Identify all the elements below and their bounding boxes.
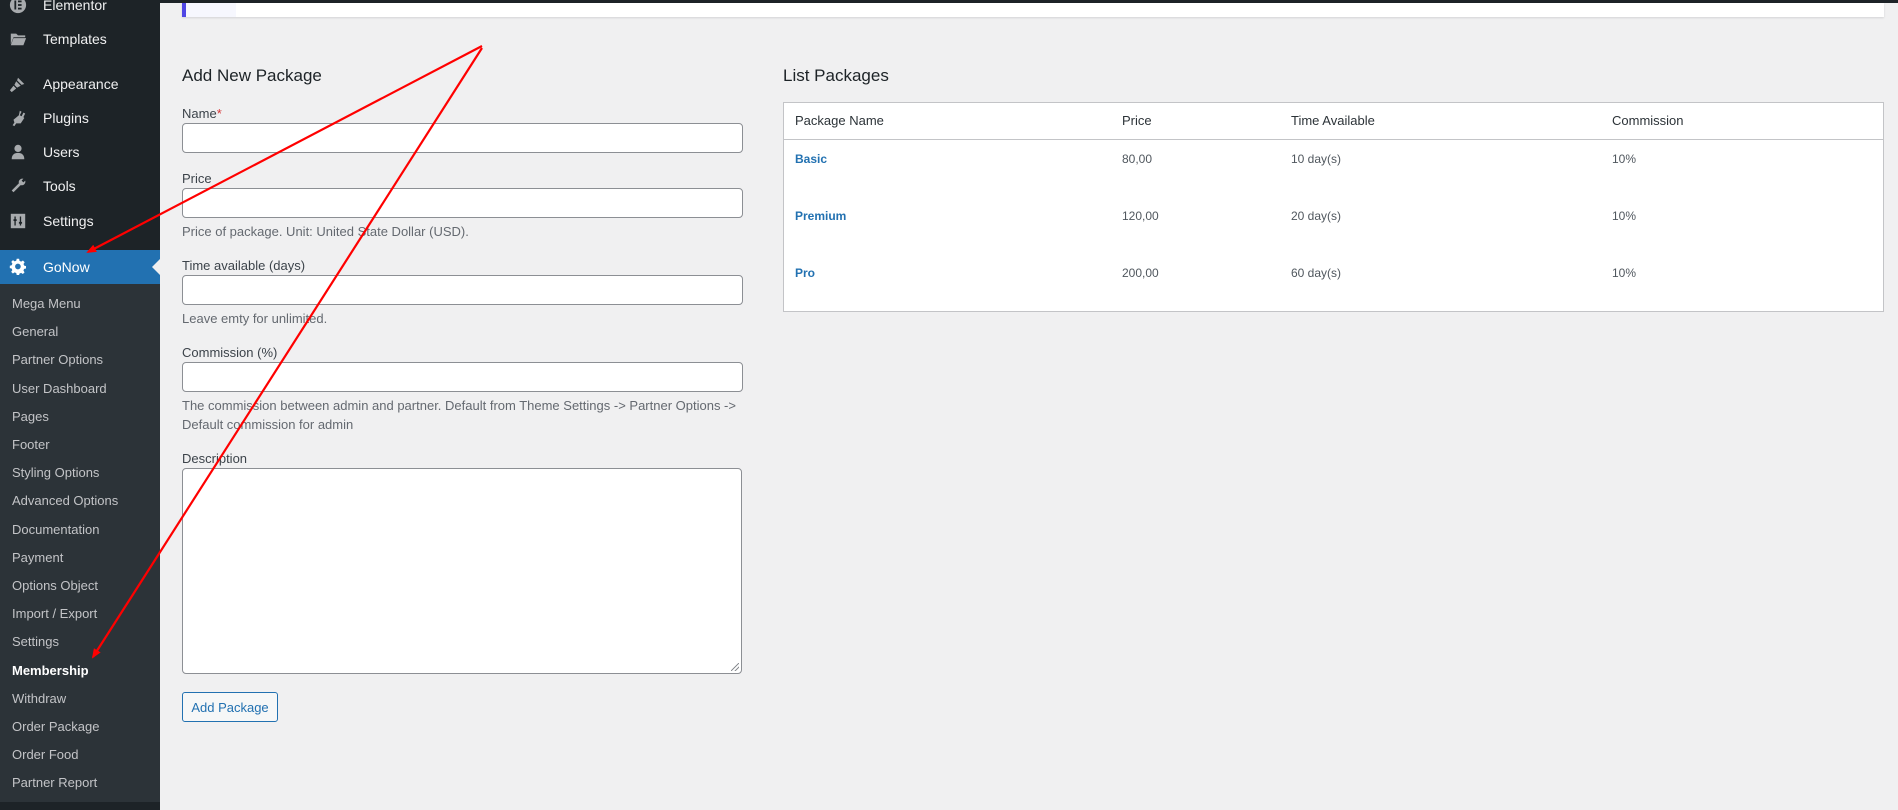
submenu-item-mega-menu[interactable]: Mega Menu — [12, 294, 81, 314]
plug-icon — [8, 108, 28, 128]
submenu-item-settings[interactable]: Settings — [12, 632, 59, 652]
elementor-icon — [8, 0, 28, 15]
folder-icon — [8, 29, 28, 49]
submenu-item-membership[interactable]: Membership — [12, 661, 89, 681]
sidebar-item-label: Appearance — [43, 76, 119, 92]
submenu-item-import-export[interactable]: Import / Export — [12, 604, 97, 624]
sidebar-item-templates[interactable]: Templates — [0, 22, 160, 56]
current-menu-pointer — [152, 259, 160, 275]
sidebar-item-settings[interactable]: Settings — [0, 204, 160, 238]
name-label-text: Name — [182, 106, 217, 121]
submenu-item-advanced-options[interactable]: Advanced Options — [12, 491, 118, 511]
package-time: 10 day(s) — [1291, 152, 1342, 166]
commission-help: The commission between admin and partner… — [182, 396, 752, 434]
time-available-help: Leave emty for unlimited. — [182, 311, 328, 326]
column-header-package-name: Package Name — [795, 113, 884, 128]
submenu-item-documentation[interactable]: Documentation — [12, 520, 99, 540]
price-label: Price — [182, 171, 212, 186]
name-label: Name* — [182, 106, 222, 121]
gonow-submenu: Mega Menu General Partner Options User Dash… — [0, 284, 160, 802]
submenu-item-withdraw[interactable]: Withdraw — [12, 689, 66, 709]
sidebar-item-label: Users — [43, 144, 80, 160]
description-label: Description — [182, 451, 248, 466]
form-title: Add New Package — [182, 66, 322, 85]
sidebar-item-label: Settings — [43, 213, 94, 229]
package-commission: 10% — [1612, 209, 1637, 223]
submenu-item-user-dashboard[interactable]: User Dashboard — [12, 379, 107, 399]
price-help: Price of package. Unit: United State Dol… — [182, 224, 469, 239]
submenu-item-options-object[interactable]: Options Object — [12, 576, 98, 596]
sidebar-item-plugins[interactable]: Plugins — [0, 101, 160, 135]
sidebar-item-tools[interactable]: Tools — [0, 169, 160, 203]
submenu-item-partner-report[interactable]: Partner Report — [12, 773, 97, 793]
commission-label: Commission (%) — [182, 345, 278, 360]
list-title: List Packages — [783, 66, 889, 85]
commission-help-line2: Default commission for admin — [182, 417, 354, 432]
add-package-button[interactable]: Add Package — [182, 692, 278, 722]
sidebar-item-label: Templates — [43, 31, 107, 47]
commission-input[interactable] — [182, 362, 743, 392]
sidebar-item-elementor[interactable]: Elementor — [0, 0, 160, 22]
sidebar-item-gonow[interactable]: GoNow — [0, 250, 160, 284]
package-commission: 10% — [1612, 266, 1637, 280]
sidebar-item-label: Tools — [43, 178, 76, 194]
sliders-icon — [8, 211, 28, 231]
user-icon — [8, 142, 28, 162]
submenu-item-order-package[interactable]: Order Package — [12, 717, 99, 737]
wrench-icon — [8, 176, 28, 196]
paintbrush-icon — [8, 74, 28, 94]
time-available-input[interactable] — [182, 275, 743, 305]
submenu-item-footer[interactable]: Footer — [12, 435, 50, 455]
package-price: 200,00 — [1122, 266, 1159, 280]
package-name-link[interactable]: Basic — [795, 152, 827, 166]
sidebar-item-label: Plugins — [43, 110, 89, 126]
commission-help-line1: The commission between admin and partner… — [182, 398, 736, 413]
admin-sidebar: Elementor Templates Appearance Plugins U… — [0, 0, 160, 810]
column-header-time-available: Time Available — [1291, 113, 1375, 128]
submenu-item-partner-options[interactable]: Partner Options — [12, 350, 103, 370]
time-available-label: Time available (days) — [182, 258, 306, 273]
package-commission: 10% — [1612, 152, 1637, 166]
package-name-link[interactable]: Pro — [795, 266, 815, 280]
required-mark: * — [216, 106, 222, 121]
submenu-item-general[interactable]: General — [12, 322, 58, 342]
submenu-item-payment[interactable]: Payment — [12, 548, 63, 568]
column-header-commission: Commission — [1612, 113, 1684, 128]
submenu-item-styling-options[interactable]: Styling Options — [12, 463, 99, 483]
notice-inner — [186, 3, 236, 17]
packages-table: Package Name Price Time Available Commis… — [783, 102, 1884, 312]
column-header-price: Price — [1122, 113, 1152, 128]
package-time: 60 day(s) — [1291, 266, 1342, 280]
submenu-item-pages[interactable]: Pages — [12, 407, 49, 427]
description-textarea[interactable] — [182, 468, 742, 674]
name-input[interactable] — [182, 123, 743, 153]
price-input[interactable] — [182, 188, 743, 218]
submenu-item-order-food[interactable]: Order Food — [12, 745, 78, 765]
package-name-link[interactable]: Premium — [795, 209, 846, 223]
admin-notice — [182, 3, 1884, 17]
package-price: 120,00 — [1122, 209, 1159, 223]
table-header: Package Name Price Time Available Commis… — [784, 103, 1883, 140]
gear-icon — [8, 257, 28, 277]
package-price: 80,00 — [1122, 152, 1153, 166]
sidebar-item-users[interactable]: Users — [0, 135, 160, 169]
resize-grip-icon[interactable] — [731, 663, 739, 671]
sidebar-item-label: GoNow — [43, 259, 90, 275]
sidebar-item-appearance[interactable]: Appearance — [0, 67, 160, 101]
package-time: 20 day(s) — [1291, 209, 1342, 223]
sidebar-item-label: Elementor — [43, 0, 107, 13]
